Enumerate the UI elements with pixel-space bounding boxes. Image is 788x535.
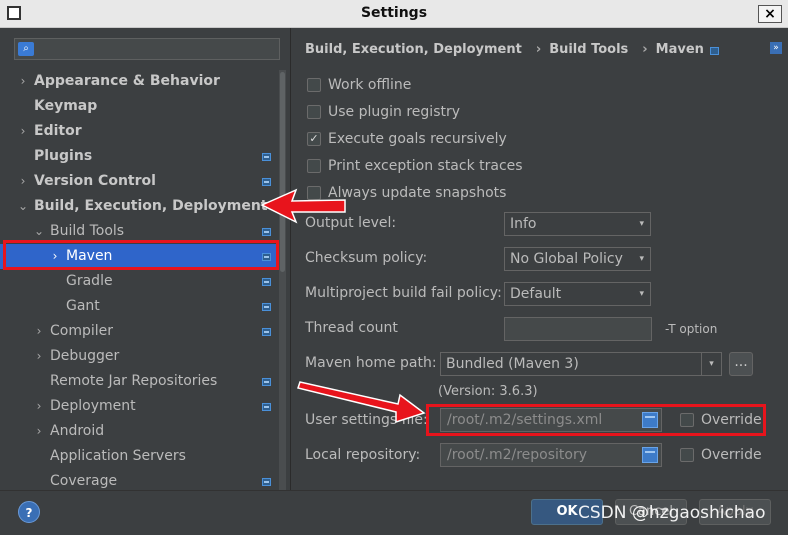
help-button[interactable]: ? [18,501,40,523]
watermark-text: CSDN @hzgaoshichao [578,503,766,523]
annotation-arrow-user-settings [297,381,426,424]
annotation-arrow-build-deployment [260,188,346,224]
annotation-arrows [260,188,426,424]
